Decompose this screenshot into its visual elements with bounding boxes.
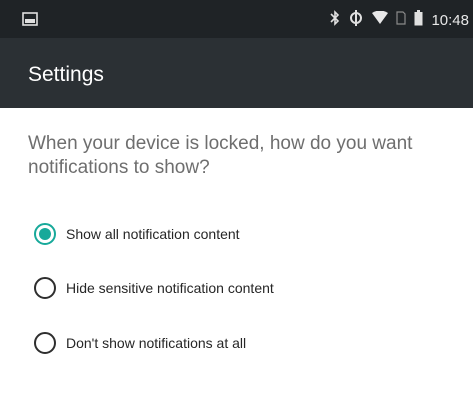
status-time: 10:48 [431, 11, 469, 29]
page-title: Settings [28, 63, 104, 86]
battery-icon [414, 10, 423, 31]
bluetooth-icon [330, 10, 340, 31]
wifi-icon [372, 10, 389, 30]
settings-screen: 10:48 Settings When your device is locke… [0, 0, 473, 407]
option-dont-show[interactable]: Don't show notifications at all [0, 323, 473, 363]
status-icons: 10:48 [330, 10, 469, 31]
radio-unselected-icon[interactable] [34, 277, 56, 299]
option-hide-sensitive[interactable]: Hide sensitive notification content [0, 268, 473, 308]
sync-icon [348, 10, 364, 31]
app-bar: Settings [0, 38, 473, 108]
option-show-all[interactable]: Show all notification content [0, 214, 473, 254]
option-label: Don't show notifications at all [66, 335, 247, 351]
option-label: Hide sensitive notification content [66, 280, 274, 296]
radio-selected-icon[interactable] [34, 223, 56, 245]
option-label: Show all notification content [66, 226, 240, 242]
radio-unselected-icon[interactable] [34, 332, 56, 354]
status-bar: 10:48 [0, 0, 473, 38]
sim-icon [396, 11, 407, 30]
screenshot-icon [22, 12, 38, 31]
lock-screen-question: When your device is locked, how do you w… [28, 133, 413, 178]
